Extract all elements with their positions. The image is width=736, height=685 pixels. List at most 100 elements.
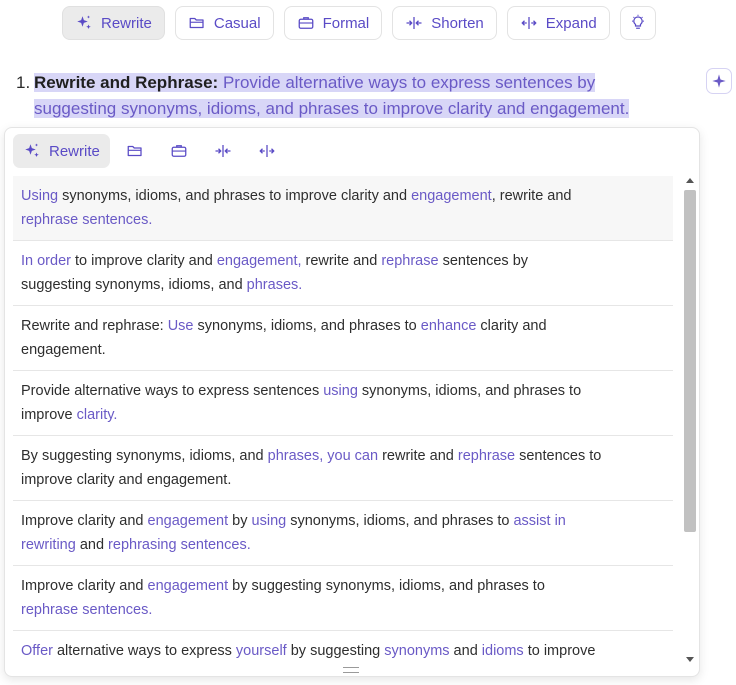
suggestion-text: to improve — [523, 643, 596, 659]
paragraph-text-line1: Provide alternative ways to express sent… — [218, 73, 596, 92]
suggestion-text: sentences by — [438, 253, 529, 269]
rewrite-button-label: Rewrite — [101, 14, 152, 32]
changed-text: engagement — [147, 578, 229, 594]
suggestion-text: Rewrite and rephrase: — [21, 318, 168, 334]
suggestion-text: Provide alternative ways to express sent… — [21, 383, 324, 399]
rewrite-toolbar: Rewrite Casual Formal Shorten Expand — [62, 6, 656, 42]
paragraph-heading: Rewrite and Rephrase: — [34, 73, 219, 92]
suggestion-text: synonyms, idioms, and phrases to — [286, 513, 514, 529]
panel-rewrite-label: Rewrite — [49, 142, 100, 160]
suggestion-scrollbar[interactable] — [684, 174, 697, 666]
suggestion-text: , rewrite and — [491, 188, 572, 204]
changed-text: engagement — [411, 188, 492, 204]
suggestion-item[interactable]: Improve clarity and engagement by sugges… — [13, 566, 673, 631]
folder-icon — [188, 14, 206, 32]
resize-grip-icon[interactable] — [343, 667, 359, 673]
changed-text: yourself — [235, 643, 287, 659]
suggestion-item[interactable]: Rewrite and rephrase: Use synonyms, idio… — [13, 306, 673, 371]
suggestion-text: by suggesting — [286, 643, 385, 659]
suggestion-text: by suggesting synonyms, idioms, and phra… — [228, 578, 545, 594]
shorten-icon — [405, 14, 423, 32]
selected-paragraph[interactable]: Rewrite and Rephrase: Provide alternativ… — [34, 70, 654, 122]
expand-button[interactable]: Expand — [506, 6, 610, 40]
suggestion-text: and — [75, 537, 109, 553]
suggestion-text: synonyms, idioms, and phrases to — [193, 318, 421, 334]
changed-text: Use — [167, 318, 194, 334]
suggestion-text: synonyms, idioms, and phrases to — [357, 383, 582, 399]
panel-casual-button[interactable] — [116, 134, 154, 168]
suggestion-text: clarity and — [476, 318, 547, 334]
changed-text: clarity. — [76, 407, 118, 423]
paragraph-text-line2: suggesting synonyms, idioms, and phrases… — [34, 99, 630, 118]
changed-text: engagement — [147, 513, 229, 529]
suggestion-text: rewrite and — [378, 448, 458, 464]
suggestion-text: and — [449, 643, 482, 659]
suggestion-text: rewrite and — [301, 253, 382, 269]
changed-text: rewriting — [21, 537, 76, 553]
changed-text: assist in — [513, 513, 566, 529]
suggestion-item[interactable]: Provide alternative ways to express sent… — [13, 371, 673, 436]
changed-text: Using — [21, 188, 59, 204]
suggestion-item[interactable]: Using synonyms, idioms, and phrases to i… — [13, 176, 673, 241]
changed-text: enhance — [420, 318, 477, 334]
suggestion-text: synonyms, idioms, and phrases to improve… — [58, 188, 412, 204]
suggestion-text: Improve clarity and — [21, 513, 148, 529]
changed-text: rephrasing sentences. — [108, 537, 251, 553]
panel-toolbar: Rewrite — [13, 133, 286, 169]
changed-text: using — [323, 383, 358, 399]
changed-text: idioms — [481, 643, 524, 659]
sparkle-icon — [23, 142, 41, 160]
suggestion-text: sentences to — [515, 448, 602, 464]
briefcase-icon — [297, 14, 315, 32]
ai-assist-button[interactable] — [706, 68, 732, 94]
ideas-button[interactable] — [619, 6, 656, 40]
sparkle-icon — [712, 74, 726, 88]
expand-button-label: Expand — [545, 14, 597, 32]
suggestion-item[interactable]: Improve clarity and engagement by using … — [13, 501, 673, 566]
panel-rewrite-button[interactable]: Rewrite — [13, 134, 110, 168]
suggestion-text: engagement. — [21, 342, 106, 358]
rewrite-suggestions-panel: Rewrite Using synonyms, idioms, and phra… — [4, 127, 700, 677]
scroll-up-arrow-icon[interactable] — [686, 178, 694, 183]
scrollbar-thumb[interactable] — [684, 190, 696, 532]
suggestion-text: to improve clarity and — [70, 253, 217, 269]
changed-text: Offer — [21, 643, 53, 659]
panel-formal-button[interactable] — [160, 134, 198, 168]
changed-text: phrases. — [246, 277, 303, 293]
shorten-icon — [214, 142, 232, 160]
changed-text: synonyms — [384, 643, 450, 659]
changed-text: rephrase — [457, 448, 516, 464]
suggestion-item[interactable]: Offer alternative ways to express yourse… — [13, 631, 673, 661]
formal-button[interactable]: Formal — [283, 6, 383, 40]
changed-text: using — [251, 513, 287, 529]
rewrite-button[interactable]: Rewrite — [62, 6, 165, 40]
changed-text: phrases, you can — [267, 448, 379, 464]
casual-button-label: Casual — [213, 14, 261, 32]
sparkle-icon — [75, 14, 93, 32]
suggestion-text: improve — [21, 407, 77, 423]
formal-button-label: Formal — [322, 14, 370, 32]
folder-icon — [126, 142, 144, 160]
scroll-down-arrow-icon[interactable] — [686, 657, 694, 662]
changed-text: engagement, — [216, 253, 302, 269]
casual-button[interactable]: Casual — [174, 6, 274, 40]
list-number: 1. — [16, 73, 31, 92]
panel-expand-button[interactable] — [248, 134, 286, 168]
expand-icon — [520, 14, 538, 32]
changed-text: rephrase — [381, 253, 439, 269]
changed-text: rephrase sentences. — [21, 212, 153, 228]
changed-text: In order — [21, 253, 71, 269]
suggestion-text: improve clarity and engagement. — [21, 472, 232, 488]
suggestion-list: Using synonyms, idioms, and phrases to i… — [13, 176, 673, 661]
suggestion-text: alternative ways to express — [52, 643, 236, 659]
suggestion-text: suggesting synonyms, idioms, and — [21, 277, 247, 293]
suggestion-item[interactable]: By suggesting synonyms, idioms, and phra… — [13, 436, 673, 501]
lightbulb-icon — [629, 14, 647, 32]
suggestion-text: By suggesting synonyms, idioms, and — [21, 448, 268, 464]
expand-icon — [258, 142, 276, 160]
shorten-button-label: Shorten — [431, 14, 484, 32]
panel-shorten-button[interactable] — [204, 134, 242, 168]
suggestion-item[interactable]: In order to improve clarity and engageme… — [13, 241, 673, 306]
shorten-button[interactable]: Shorten — [392, 6, 497, 40]
suggestion-text: Improve clarity and — [21, 578, 148, 594]
